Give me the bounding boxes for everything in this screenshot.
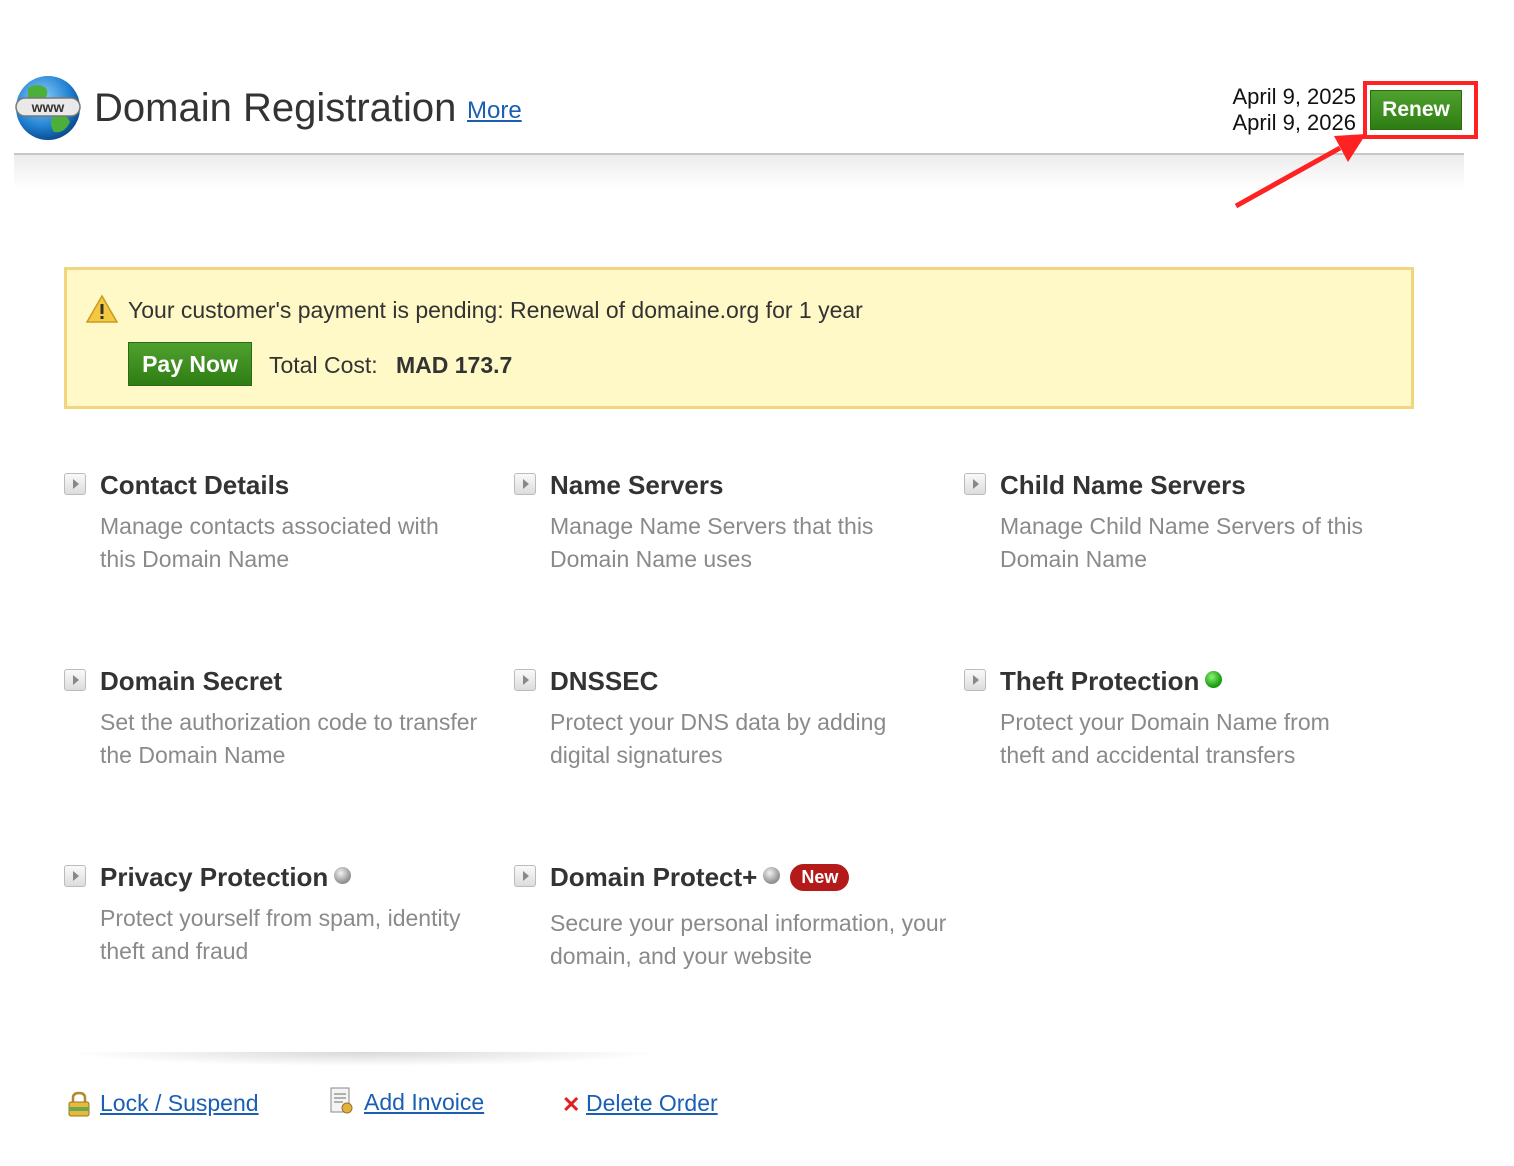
chevron-right-icon <box>514 473 536 495</box>
chevron-right-icon <box>64 865 86 887</box>
status-green-dot-icon <box>1205 671 1223 688</box>
feature-title-row[interactable]: Theft Protection <box>1000 666 1223 697</box>
page-title: Domain Registration <box>94 86 457 130</box>
status-grey-dot-icon <box>763 867 781 884</box>
delete-order-link[interactable]: Delete Order <box>586 1090 718 1117</box>
registration-dates: April 9, 2025 April 9, 2026 <box>1232 84 1356 136</box>
pay-now-button[interactable]: Pay Now <box>128 342 252 386</box>
add-invoice-link[interactable]: Add Invoice <box>364 1089 484 1116</box>
delete-x-icon: ✕ <box>562 1092 581 1117</box>
feature-title[interactable]: Contact Details <box>100 470 289 501</box>
feature-title-row[interactable]: Privacy Protection <box>100 862 352 893</box>
alert-message: Your customer's payment is pending: Rene… <box>128 297 863 323</box>
feature-title[interactable]: DNSSEC <box>550 666 658 697</box>
chevron-right-icon <box>964 473 986 495</box>
status-grey-dot-icon <box>334 867 352 884</box>
feature-title[interactable]: Privacy Protection <box>100 862 328 892</box>
feature-description: Manage Name Servers that this Domain Nam… <box>550 513 874 572</box>
warning-icon <box>86 294 118 323</box>
chevron-right-icon <box>514 669 536 691</box>
feature-title[interactable]: Name Servers <box>550 470 723 501</box>
feature-title[interactable]: Theft Protection <box>1000 666 1199 696</box>
renew-highlight-box <box>1363 81 1478 139</box>
svg-text:www: www <box>31 99 65 115</box>
globe-www-icon: www <box>15 76 81 140</box>
chevron-right-icon <box>514 865 536 887</box>
feature-description: Protect your DNS data by adding digital … <box>550 709 887 768</box>
invoice-icon <box>330 1087 353 1114</box>
feature-title[interactable]: Domain Protect+ <box>550 862 757 892</box>
chevron-right-icon <box>964 669 986 691</box>
lock-suspend-link[interactable]: Lock / Suspend <box>100 1090 259 1117</box>
footer-shadow <box>64 1052 664 1066</box>
chevron-right-icon <box>64 473 86 495</box>
feature-description: Set the authorization code to transfer t… <box>100 709 478 768</box>
feature-title-row[interactable]: Domain Protect+ New <box>550 862 850 893</box>
more-link[interactable]: More <box>467 97 522 125</box>
feature-description: Protect your Domain Name from theft and … <box>1000 709 1330 768</box>
lock-icon <box>68 1091 90 1117</box>
total-cost-value: MAD 173.7 <box>396 352 513 378</box>
start-date: April 9, 2025 <box>1232 84 1356 109</box>
feature-title[interactable]: Domain Secret <box>100 666 282 697</box>
feature-description: Manage contacts associated with this Dom… <box>100 513 439 572</box>
total-cost-label: Total Cost: <box>269 352 378 378</box>
annotation-arrow <box>1234 134 1366 209</box>
chevron-right-icon <box>64 669 86 691</box>
feature-description: Protect yourself from spam, identity the… <box>100 905 461 964</box>
feature-title[interactable]: Child Name Servers <box>1000 470 1246 501</box>
feature-description: Secure your personal information, your d… <box>550 910 947 969</box>
new-badge: New <box>790 864 850 891</box>
feature-description: Manage Child Name Servers of this Domain… <box>1000 513 1364 572</box>
payment-pending-alert: Your customer's payment is pending: Rene… <box>64 267 1414 409</box>
